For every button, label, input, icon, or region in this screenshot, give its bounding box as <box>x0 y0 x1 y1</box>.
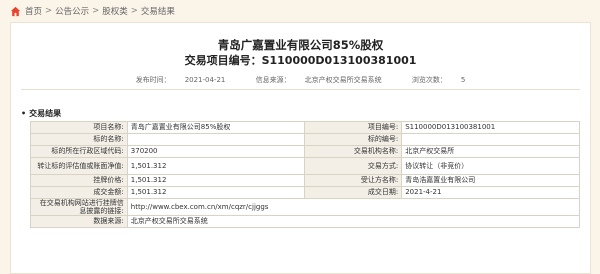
cell-label: 标的名称: <box>30 133 128 146</box>
publish-time: 发布时间： 2021-04-21 <box>129 76 233 84</box>
cell-value: 2021-4-21 <box>401 186 580 199</box>
view-count: 浏览次数： 5 <box>405 76 472 84</box>
result-table: 项目名称: 青岛广嘉置业有限公司85%股权 项目编号: S110000D0131… <box>30 121 581 228</box>
breadcrumb-separator: > <box>92 6 100 16</box>
cell-value: 北京产权交易所交易系统 <box>126 215 581 228</box>
table-row: 项目名称: 青岛广嘉置业有限公司85%股权 项目编号: S110000D0131… <box>30 121 580 134</box>
cell-label: 受让方名称: <box>304 174 403 187</box>
cell-value: 1,501.312 <box>126 186 306 199</box>
cell-value: 青岛广嘉置业有限公司85%股权 <box>126 121 306 134</box>
cell-value: 1,501.312 <box>126 174 306 187</box>
project-code-line: 交易项目编号：S110000D013100381001 <box>11 52 590 68</box>
project-code-value: S110000D013100381001 <box>261 54 417 67</box>
home-icon[interactable] <box>10 6 21 17</box>
publish-time-label: 发布时间： <box>135 76 171 84</box>
divider <box>21 89 580 90</box>
cell-label: 标的所在行政区域代码: <box>30 145 128 158</box>
table-row: 在交易机构网站进行挂牌信息披露的链接: http://www.cbex.com.… <box>30 198 581 216</box>
publish-time-value: 2021-04-21 <box>184 76 226 84</box>
cell-value: 青岛浩嘉置业有限公司 <box>401 174 580 187</box>
table-row: 标的所在行政区域代码: 370200 交易机构名称: 北京产权交易所 <box>30 145 580 158</box>
breadcrumb-separator: > <box>130 6 138 16</box>
info-source-label: 信息来源： <box>255 76 291 84</box>
cell-label: 数据来源: <box>30 215 128 228</box>
cell-label: 在交易机构网站进行挂牌信息披露的链接: <box>30 198 128 216</box>
page-title: 青岛广嘉置业有限公司85%股权 <box>217 38 384 52</box>
cell-label: 成交金额: <box>30 186 128 199</box>
info-source-value: 北京产权交易所交易系统 <box>304 76 382 84</box>
table-row: 挂牌价格: 1,501.312 受让方名称: 青岛浩嘉置业有限公司 <box>30 174 580 187</box>
cell-value: 协议转让（非竞价） <box>401 157 580 175</box>
content-card: 青岛广嘉置业有限公司85%股权 交易项目编号：S110000D013100381… <box>10 22 591 274</box>
cell-value: 370200 <box>126 145 306 158</box>
cell-label: 交易机构名称: <box>304 145 403 158</box>
cell-label: 项目编号: <box>304 121 403 134</box>
disclosure-link[interactable]: http://www.cbex.com.cn/xm/cqzr/cjjggs <box>126 198 581 216</box>
breadcrumb-announcements[interactable]: 公告公示 <box>55 5 89 17</box>
cell-value: S110000D013100381001 <box>401 121 580 134</box>
breadcrumb-home[interactable]: 首页 <box>25 5 42 17</box>
cell-value: 北京产权交易所 <box>401 145 580 158</box>
cell-value <box>126 133 306 146</box>
breadcrumb-current: 交易结果 <box>140 7 175 17</box>
table-row: 转让标的评估值或账面净值: 1,501.312 交易方式: 协议转让（非竞价） <box>30 157 580 175</box>
view-count-label: 浏览次数： <box>411 76 447 84</box>
view-count-value: 5 <box>460 76 466 84</box>
breadcrumb: 首页 > 公告公示 > 股权类 > 交易结果 <box>0 0 600 22</box>
project-code-label: 交易项目编号： <box>184 54 262 67</box>
breadcrumb-separator: > <box>45 6 53 16</box>
table-row: 标的名称: 标的编号: <box>30 133 580 146</box>
cell-label: 交易方式: <box>304 157 403 175</box>
meta-line: 发布时间： 2021-04-21 信息来源： 北京产权交易所交易系统 浏览次数： 5 <box>11 75 590 85</box>
cell-label: 成交日期: <box>304 186 403 199</box>
table-row: 成交金额: 1,501.312 成交日期: 2021-4-21 <box>30 186 580 199</box>
info-source: 信息来源： 北京产权交易所交易系统 <box>249 76 389 84</box>
cell-label: 标的编号: <box>304 133 403 146</box>
table-row: 数据来源: 北京产权交易所交易系统 <box>30 215 581 228</box>
cell-label: 项目名称: <box>30 121 128 134</box>
cell-label: 转让标的评估值或账面净值: <box>30 157 128 175</box>
cell-label: 挂牌价格: <box>30 174 128 187</box>
cell-value <box>401 133 580 146</box>
section-title: 交易结果 <box>21 108 61 119</box>
cell-value: 1,501.312 <box>126 157 306 175</box>
breadcrumb-equity[interactable]: 股权类 <box>102 5 128 17</box>
